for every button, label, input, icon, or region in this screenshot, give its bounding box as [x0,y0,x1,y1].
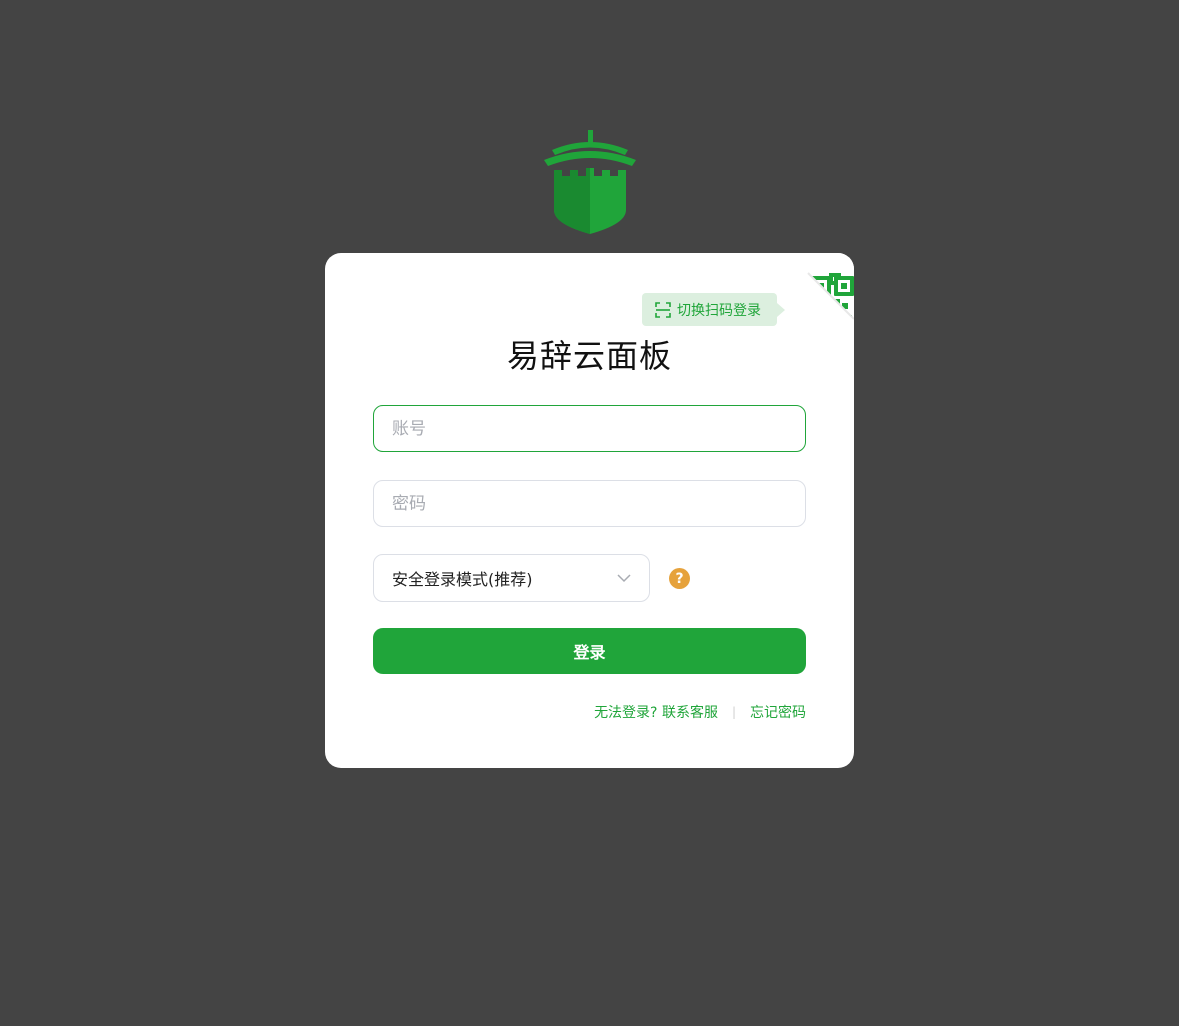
password-input[interactable] [373,480,806,527]
help-icon[interactable]: ? [669,568,690,589]
link-separator: | [731,705,736,719]
castle-shield-logo [544,130,636,234]
login-mode-select[interactable]: 安全登录模式(推荐) [373,554,650,602]
account-input[interactable] [373,405,806,452]
login-mode-selected-value: 安全登录模式(推荐) [392,570,533,589]
contact-support-link[interactable]: 无法登录? 联系客服 [594,702,718,722]
footer-links: 无法登录? 联系客服 | 忘记密码 [594,702,806,722]
switch-qr-login-tip[interactable]: 切换扫码登录 [642,293,785,326]
login-card: 切换扫码登录 易辞云面板 安全登录模式(推荐) ? 登录 无法登录? 联系客服 … [325,253,854,768]
login-button[interactable]: 登录 [373,628,806,674]
scan-icon [655,301,671,318]
chevron-down-icon [617,574,631,583]
qr-code-icon[interactable] [764,253,854,343]
page-title: 易辞云面板 [506,337,672,375]
login-page: 切换扫码登录 易辞云面板 安全登录模式(推荐) ? 登录 无法登录? 联系客服 … [0,0,1179,1026]
forgot-password-link[interactable]: 忘记密码 [750,702,806,722]
switch-qr-login-label: 切换扫码登录 [677,302,761,319]
